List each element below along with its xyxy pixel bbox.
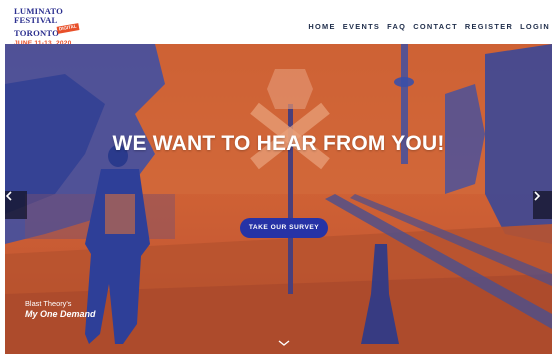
chevron-down-icon xyxy=(278,340,290,346)
hero-headline: WE WANT TO HEAR FROM YOU! xyxy=(112,132,445,155)
nav-login[interactable]: LOGIN xyxy=(520,22,550,31)
chevron-left-icon xyxy=(5,191,12,201)
main-nav: HOME EVENTS FAQ CONTACT REGISTER LOGIN xyxy=(308,22,550,31)
caption-artist: Blast Theory's xyxy=(25,299,72,308)
image-caption: Blast Theory's My One Demand xyxy=(25,299,96,319)
luminato-logo[interactable]: LUMINATO FESTIVAL TORONTODIGITAL JUNE 11… xyxy=(14,7,80,48)
hero-banner: WE WANT TO HEAR FROM YOU! TAKE OUR SURVE… xyxy=(5,44,552,354)
nav-faq[interactable]: FAQ xyxy=(387,22,406,31)
carousel-next-button[interactable] xyxy=(533,191,552,219)
chevron-right-icon xyxy=(534,191,541,201)
caption-title: My One Demand xyxy=(25,309,96,319)
top-bar: LUMINATO FESTIVAL TORONTODIGITAL JUNE 11… xyxy=(0,0,552,47)
nav-events[interactable]: EVENTS xyxy=(343,22,380,31)
nav-register[interactable]: REGISTER xyxy=(465,22,513,31)
take-survey-button[interactable]: TAKE OUR SURVEY xyxy=(240,218,328,238)
logo-line-2: FESTIVAL xyxy=(14,14,58,25)
nav-home[interactable]: HOME xyxy=(308,22,335,31)
digital-badge: DIGITAL xyxy=(56,23,80,34)
carousel-prev-button[interactable] xyxy=(5,191,27,219)
nav-contact[interactable]: CONTACT xyxy=(413,22,458,31)
logo-line-3: TORONTO xyxy=(14,28,60,39)
scroll-down-button[interactable] xyxy=(277,338,291,348)
